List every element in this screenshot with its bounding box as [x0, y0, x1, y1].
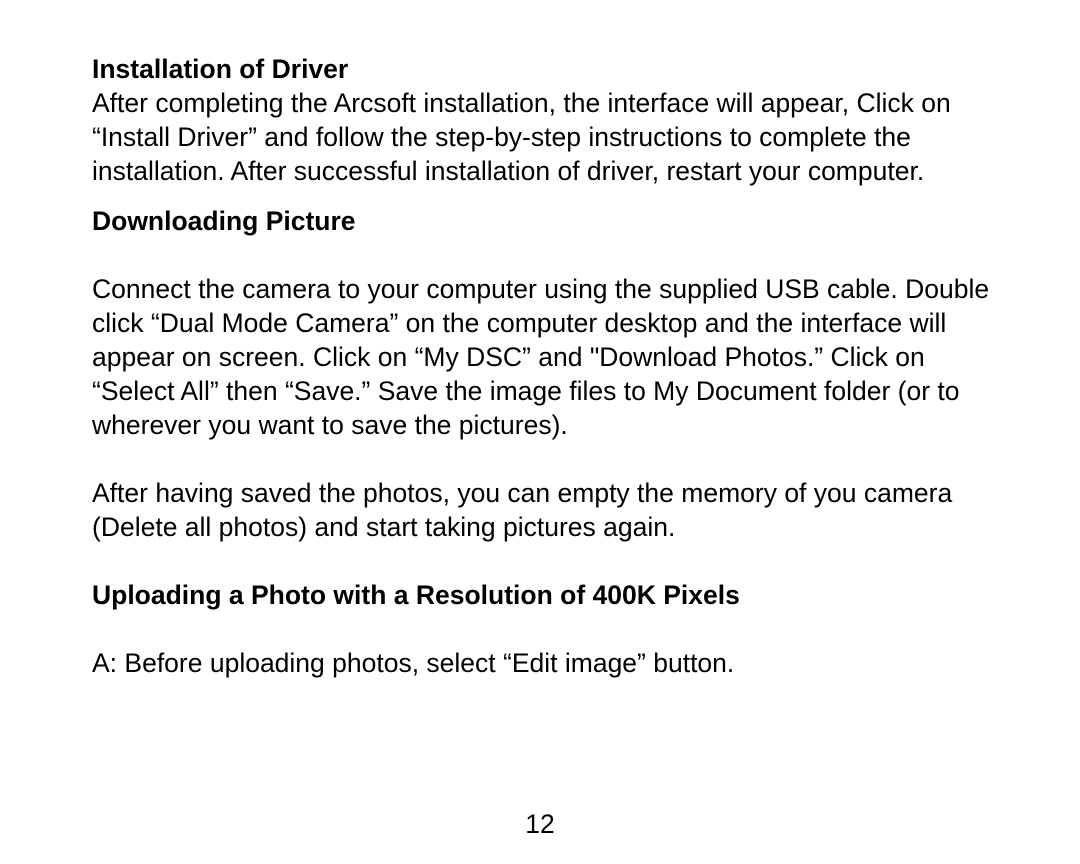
heading-downloading-picture: Downloading Picture: [92, 204, 992, 238]
heading-installation-of-driver: Installation of Driver: [92, 52, 992, 86]
paragraph-uploading-photo-step-a: A: Before uploading photos, select “Edit…: [92, 646, 992, 680]
paragraph-downloading-picture-1: Connect the camera to your computer usin…: [92, 272, 992, 442]
paragraph-installation-of-driver: After completing the Arcsoft installatio…: [92, 86, 992, 188]
heading-uploading-photo-400k: Uploading a Photo with a Resolution of 4…: [92, 578, 992, 612]
manual-page: Installation of Driver After completing …: [0, 0, 1080, 864]
page-number: 12: [0, 809, 1080, 840]
paragraph-downloading-picture-2: After having saved the photos, you can e…: [92, 476, 992, 544]
